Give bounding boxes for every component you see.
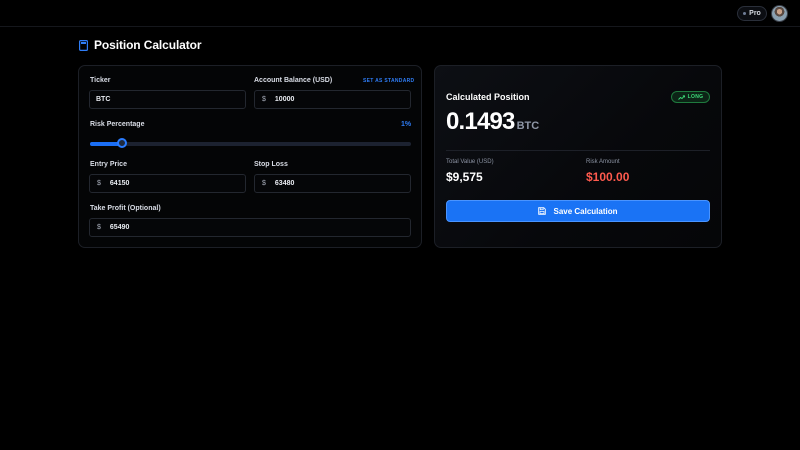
status-dot-icon [743, 12, 747, 15]
save-icon [538, 207, 547, 215]
take-profit-label: Take Profit (Optional) [90, 205, 161, 212]
ticker-value: BTC [96, 96, 111, 103]
page-title-text: Position Calculator [94, 38, 202, 52]
entry-price-input[interactable]: $ 64150 [89, 174, 246, 193]
position-size-unit: BTC [516, 120, 540, 132]
stop-loss-value: 63480 [274, 180, 295, 187]
account-balance-value: 10000 [274, 96, 295, 103]
total-value-label: Total Value (USD) [446, 159, 494, 165]
risk-slider-thumb[interactable] [117, 138, 127, 148]
direction-badge-label: LONG [687, 94, 704, 100]
take-profit-value: 65490 [109, 224, 130, 231]
risk-percentage-label: Risk Percentage [90, 121, 145, 128]
result-divider [446, 150, 710, 151]
entry-price-label: Entry Price [90, 161, 127, 168]
pro-badge-label: Pro [749, 10, 761, 17]
risk-percentage-value: 1% [401, 121, 412, 128]
stop-loss-label: Stop Loss [254, 161, 288, 168]
trending-up-icon [677, 94, 685, 100]
account-balance-label: Account Balance (USD) [254, 77, 333, 84]
risk-slider-track[interactable] [90, 142, 411, 146]
risk-amount-label: Risk Amount [586, 159, 620, 165]
save-button-label: Save Calculation [553, 206, 618, 216]
ticker-input[interactable]: BTC [89, 90, 246, 109]
top-bar [0, 0, 800, 27]
calculated-position-title: Calculated Position [446, 92, 530, 102]
save-calculation-button[interactable]: Save Calculation [446, 200, 710, 222]
dollar-prefix: $ [97, 224, 101, 231]
user-avatar[interactable] [771, 5, 788, 22]
account-balance-input[interactable]: $ 10000 [254, 90, 411, 109]
dollar-prefix: $ [97, 180, 101, 187]
stop-loss-input[interactable]: $ 63480 [254, 174, 411, 193]
direction-badge: LONG [671, 91, 710, 103]
take-profit-input[interactable]: $ 65490 [89, 218, 411, 237]
position-size-display: 0.1493 BTC [446, 108, 539, 136]
total-value-amount: $9,575 [446, 170, 483, 184]
calculator-icon [79, 39, 88, 51]
dollar-prefix: $ [262, 180, 266, 187]
risk-amount-value: $100.00 [586, 170, 630, 184]
pro-plan-badge[interactable]: Pro [737, 6, 767, 21]
page-title: Position Calculator [79, 38, 202, 52]
position-size-value: 0.1493 [446, 108, 515, 135]
set-as-standard-link[interactable]: SET AS STANDARD [363, 78, 414, 84]
entry-price-value: 64150 [109, 180, 130, 187]
ticker-label: Ticker [90, 77, 111, 84]
dollar-prefix: $ [262, 96, 266, 103]
